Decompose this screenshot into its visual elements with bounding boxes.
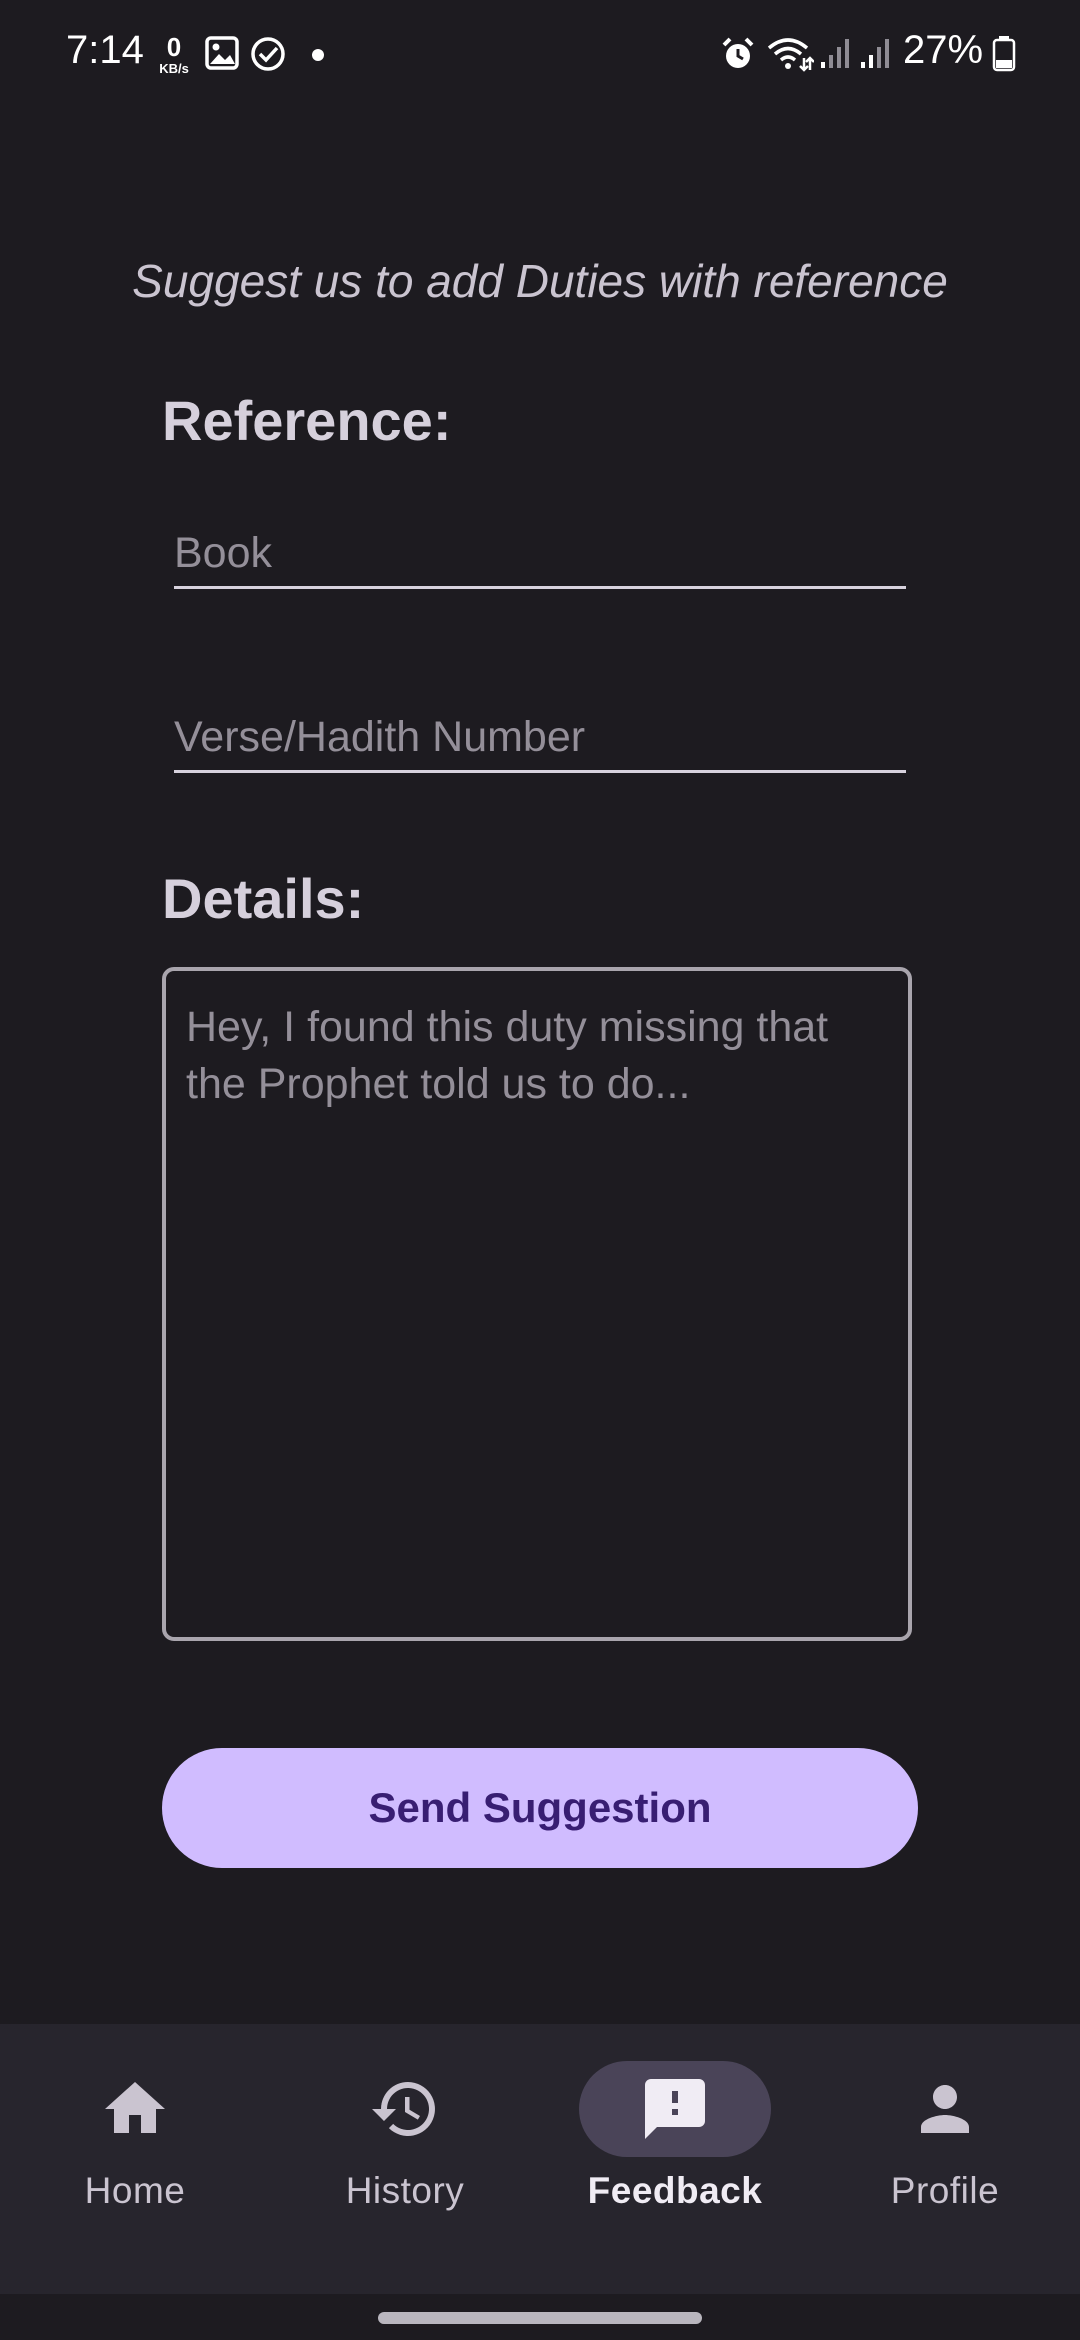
details-textarea[interactable]: Hey, I found this duty missing that the … <box>162 967 912 1641</box>
home-icon <box>105 2082 165 2133</box>
book-placeholder: Book <box>174 529 273 577</box>
history-icon <box>372 2082 435 2136</box>
nav-item-history[interactable]: History <box>270 2024 540 2294</box>
bottom-navigation: Home History Feedback Profile <box>0 2024 1080 2294</box>
network-speed: 0 KB/s <box>152 34 196 75</box>
status-time: 7:14 <box>66 28 144 72</box>
check-circle-icon <box>251 37 285 71</box>
battery-percent: 27% <box>903 28 984 72</box>
send-suggestion-button[interactable]: Send Suggestion <box>162 1748 918 1868</box>
nav-item-home[interactable]: Home <box>0 2024 270 2294</box>
notification-dot-icon <box>312 49 324 61</box>
alarm-icon <box>722 37 754 68</box>
network-speed-value: 0 <box>166 32 182 62</box>
signal-icon <box>821 39 849 68</box>
nav-item-feedback[interactable]: Feedback <box>540 2024 810 2294</box>
reference-heading: Reference: <box>162 389 452 452</box>
status-bar: 7:14 0 KB/s 27% <box>0 0 1080 110</box>
gallery-icon <box>205 36 239 70</box>
nav-item-profile[interactable]: Profile <box>810 2024 1080 2294</box>
profile-icon <box>921 2085 969 2133</box>
gesture-handle[interactable] <box>378 2312 702 2324</box>
details-heading: Details: <box>162 867 365 930</box>
nav-label-history: History <box>345 2170 465 2211</box>
signal-icon-2 <box>861 39 889 68</box>
verse-hadith-placeholder: Verse/Hadith Number <box>174 713 586 761</box>
verse-hadith-number-input[interactable]: Verse/Hadith Number <box>174 710 906 773</box>
feedback-icon <box>645 2079 705 2139</box>
intro-text: Suggest us to add Duties with reference <box>132 255 948 307</box>
book-input[interactable]: Book <box>174 526 906 589</box>
battery-icon <box>992 36 1016 72</box>
network-speed-unit: KB/s <box>159 61 189 76</box>
details-placeholder: Hey, I found this duty missing that the … <box>186 1003 829 1108</box>
nav-label-home: Home <box>84 2170 186 2211</box>
nav-label-feedback: Feedback <box>587 2170 763 2211</box>
wifi-icon <box>767 38 814 72</box>
nav-label-profile: Profile <box>890 2170 1000 2211</box>
send-suggestion-label: Send Suggestion <box>368 1784 712 1831</box>
